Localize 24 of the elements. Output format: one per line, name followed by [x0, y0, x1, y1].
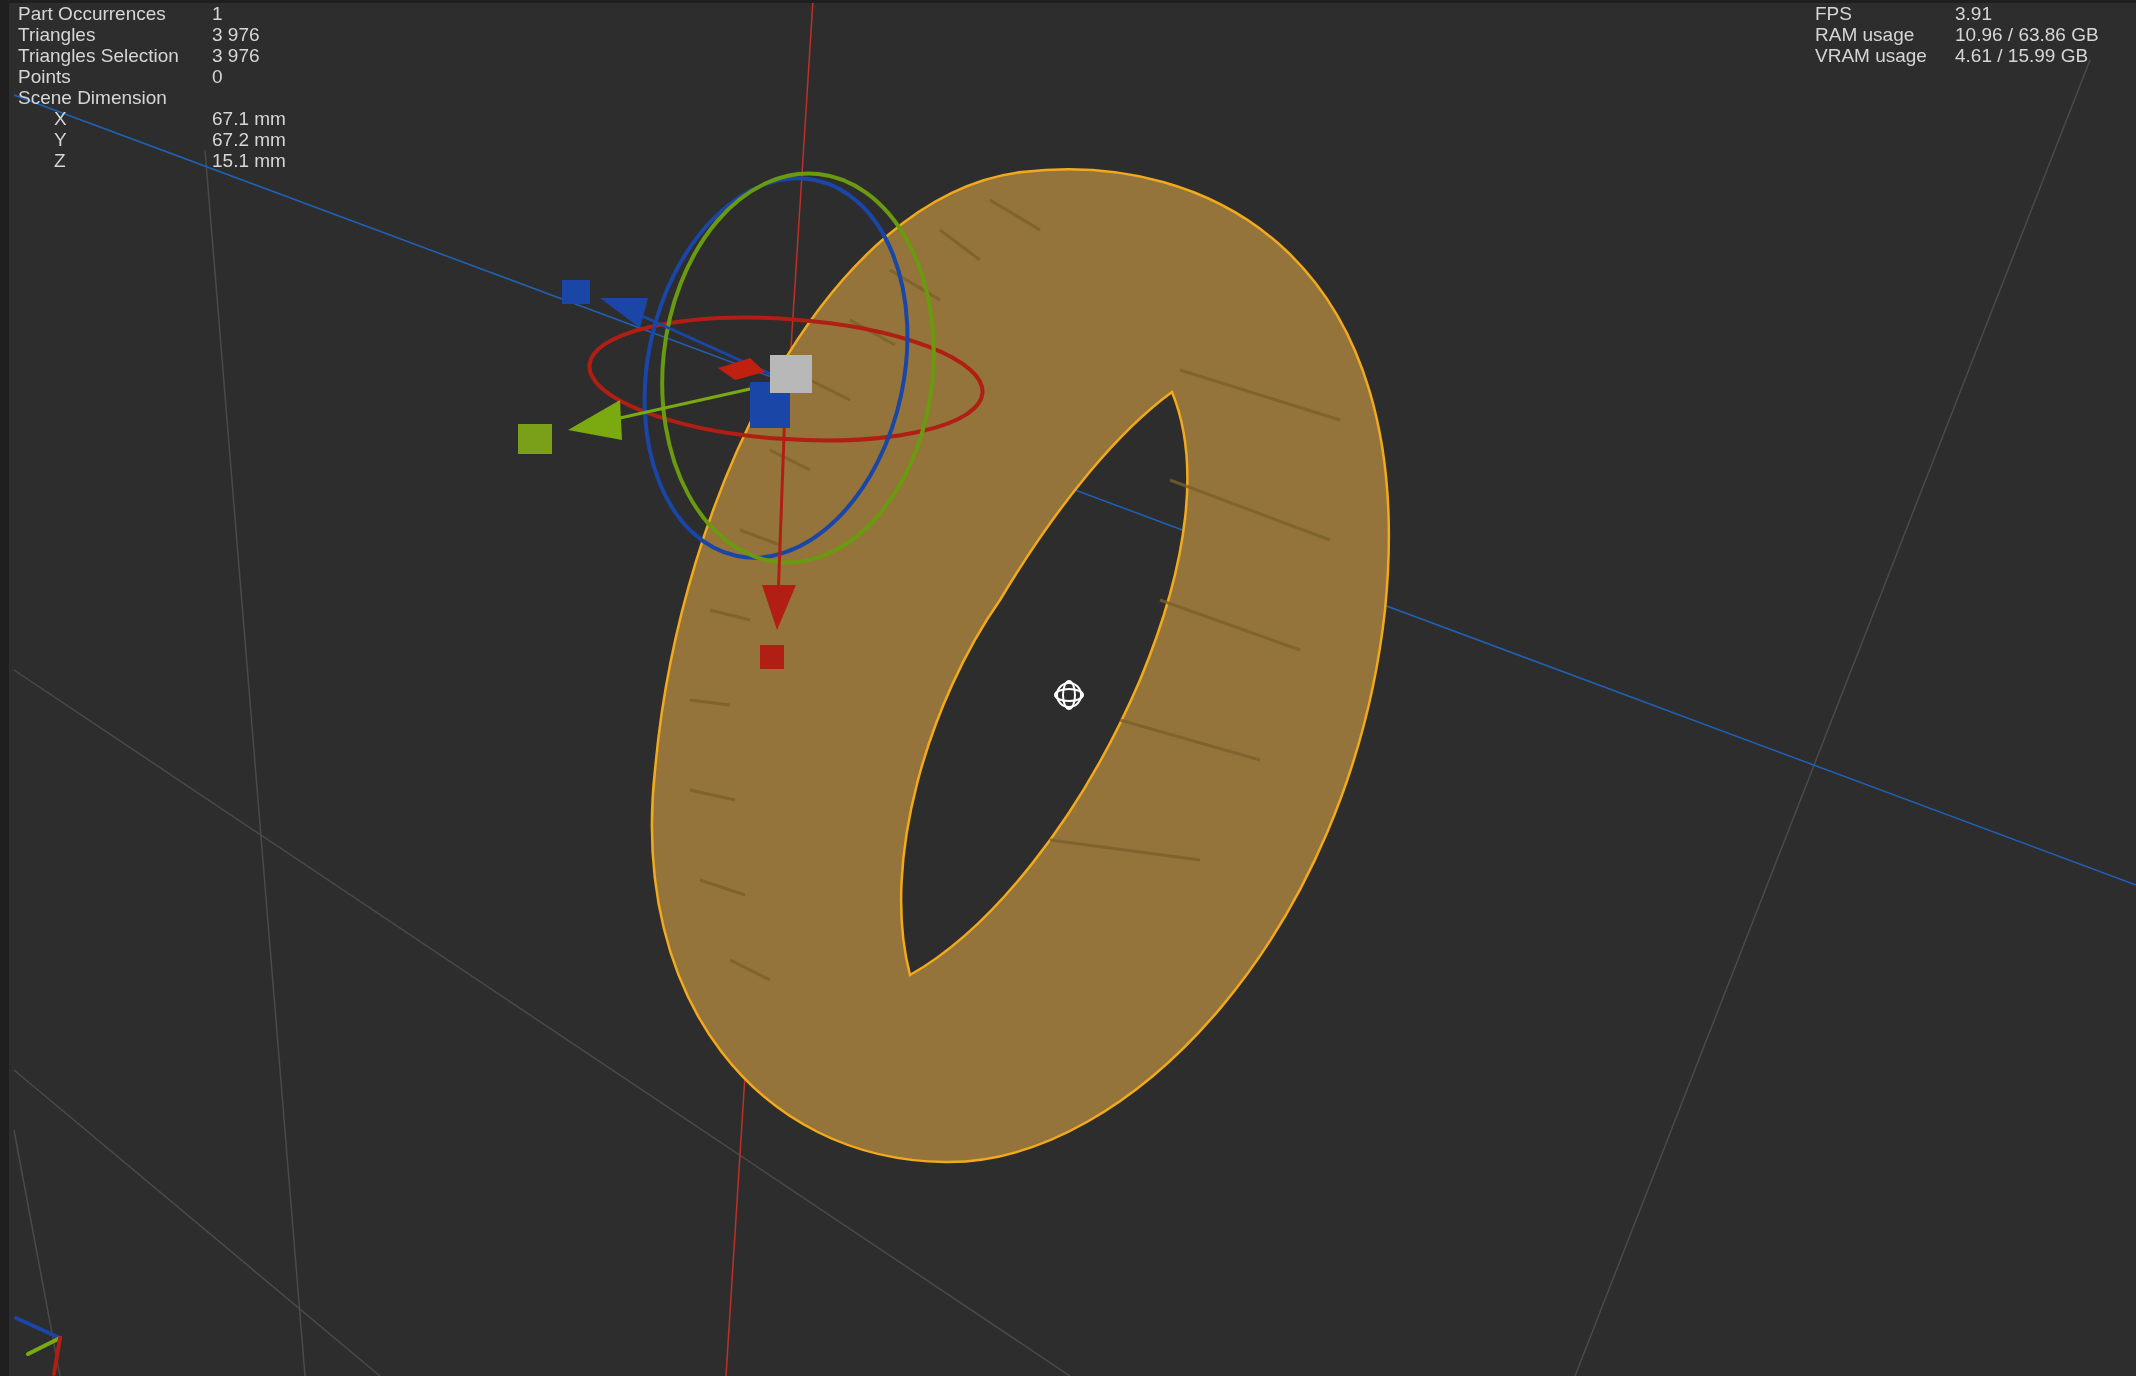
stat-label: Points	[18, 65, 71, 88]
stat-value: 67.1 mm	[212, 107, 286, 130]
stat-label: Part Occurrences	[18, 2, 167, 25]
stat-value: 0	[212, 65, 224, 88]
stat-value: 1	[212, 2, 224, 25]
axis-triad-icon	[14, 1316, 62, 1376]
stat-label: Y	[53, 128, 68, 151]
stat-label: Z	[53, 149, 67, 172]
stat-value: 15.1 mm	[212, 149, 286, 172]
stat-label: FPS	[1815, 2, 1853, 25]
stat-value: 3 976	[212, 23, 261, 46]
stat-label: VRAM usage	[1815, 44, 1928, 67]
transform-gizmo[interactable]	[518, 171, 985, 669]
stat-label: X	[53, 107, 68, 130]
stat-label: Triangles	[18, 23, 97, 46]
stat-label: Triangles Selection	[18, 44, 180, 67]
stat-value: 4.61 / 15.99 GB	[1955, 44, 2090, 67]
stat-value: 3.91	[1955, 2, 1993, 25]
pivot-icon	[1054, 680, 1084, 710]
stat-label: RAM usage	[1815, 23, 1916, 46]
stat-value: 10.96 / 63.86 GB	[1955, 23, 2099, 46]
stat-label: Scene Dimension	[18, 86, 168, 109]
stat-value: 3 976	[212, 44, 261, 67]
stat-value: 67.2 mm	[212, 128, 286, 151]
